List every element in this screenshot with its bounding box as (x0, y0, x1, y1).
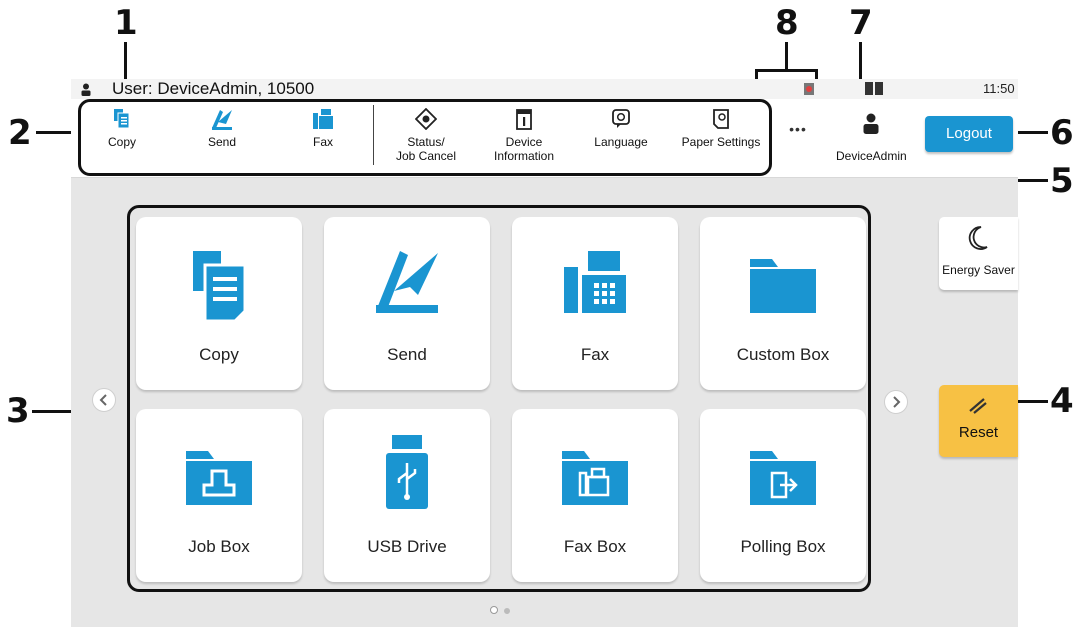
moon-icon (968, 226, 988, 250)
callout-8-line (785, 42, 788, 70)
callout-7: 7 (849, 3, 873, 43)
page-dot-1 (490, 606, 498, 614)
user-icon (863, 113, 879, 134)
callout-frame-toolbar (78, 99, 772, 176)
reset-button[interactable]: Reset (939, 385, 1018, 457)
callout-1-line (124, 42, 127, 84)
callout-8: 8 (775, 3, 799, 43)
reset-icon (969, 398, 987, 414)
energy-saver-label: Energy Saver (942, 263, 1015, 277)
callout-6: 6 (1050, 113, 1074, 153)
clock: 11:50 (983, 81, 1015, 96)
network-status-icon (804, 83, 814, 95)
reset-label: Reset (958, 424, 999, 441)
callout-1: 1 (114, 3, 138, 43)
callout-frame-tiles (127, 205, 871, 592)
next-page-button[interactable] (884, 390, 908, 414)
callout-7-line (859, 42, 862, 80)
account-label: DeviceAdmin (836, 149, 907, 163)
callout-4: 4 (1050, 381, 1074, 421)
callout-8-bracket (755, 69, 818, 72)
logout-button[interactable]: Logout (925, 116, 1013, 152)
chevron-left-icon (99, 394, 107, 406)
callout-5: 5 (1050, 161, 1074, 201)
page-indicator (490, 601, 511, 619)
chevron-right-icon (893, 396, 901, 408)
logout-label: Logout (946, 125, 992, 142)
page-dot-2 (504, 608, 511, 614)
status-bar: User: DeviceAdmin, 10500 11:50 (71, 79, 1018, 99)
callout-2: 2 (8, 113, 32, 153)
prev-page-button[interactable] (92, 388, 116, 412)
callout-3: 3 (6, 391, 30, 431)
user-icon (81, 83, 91, 96)
media-status-icon (865, 82, 883, 95)
account-button[interactable]: DeviceAdmin (836, 105, 907, 171)
user-info-text: User: DeviceAdmin, 10500 (112, 79, 315, 98)
more-button[interactable]: ••• (783, 121, 813, 137)
energy-saver-button[interactable]: Energy Saver (939, 217, 1018, 290)
